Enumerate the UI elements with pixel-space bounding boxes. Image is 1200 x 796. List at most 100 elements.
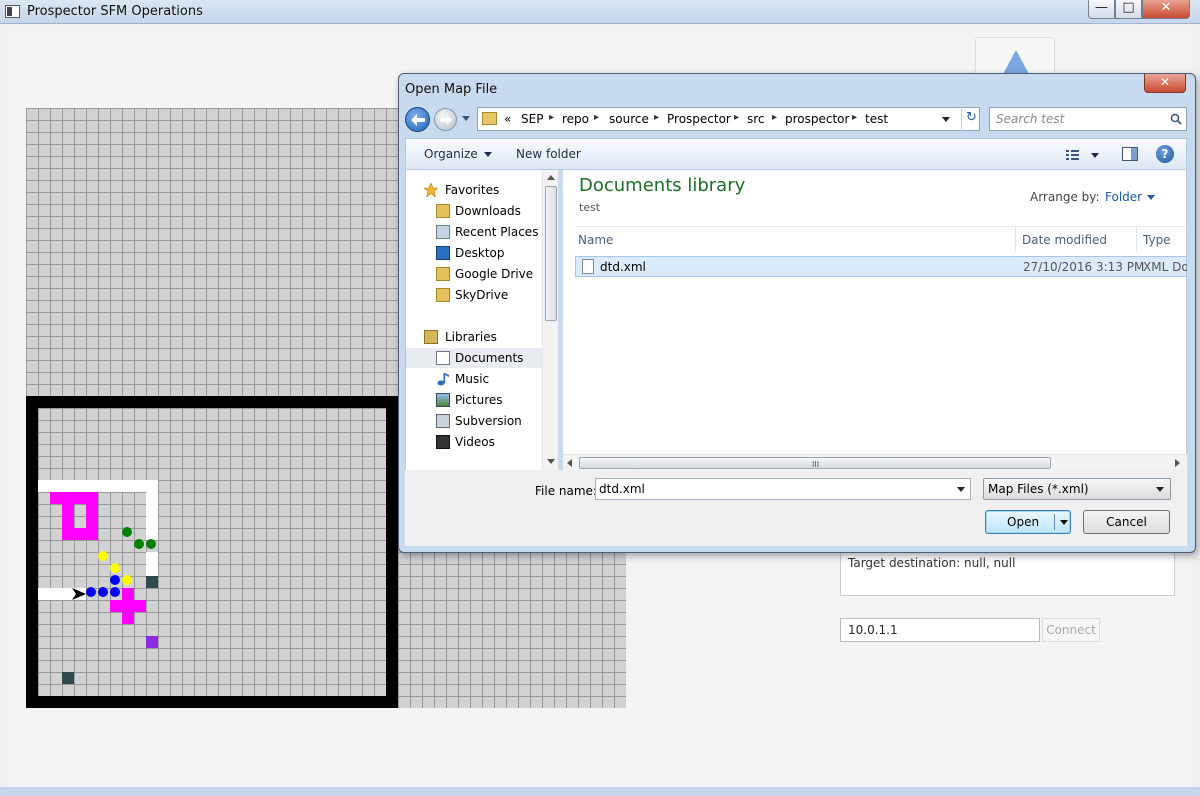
recent-locations-dropdown[interactable] — [462, 116, 470, 121]
address-bar[interactable]: « SEP ▸ repo ▸ source ▸ Prospector ▸ src… — [477, 107, 980, 131]
back-button[interactable] — [405, 107, 430, 132]
breadcrumb-overflow[interactable]: « — [504, 112, 511, 126]
column-type[interactable]: Type — [1143, 233, 1171, 247]
scroll-right-icon[interactable] — [1175, 459, 1180, 467]
nav-subversion[interactable]: Subversion — [406, 411, 542, 431]
organize-button[interactable]: Organize — [424, 147, 492, 161]
target-destination-text: Target destination: null, null — [848, 556, 1016, 570]
dialog-close-button[interactable]: ✕ — [1144, 74, 1186, 93]
horizontal-scrollbar[interactable]: III — [563, 454, 1187, 470]
navigation-scrollbar[interactable] — [542, 170, 558, 470]
marker — [146, 576, 158, 588]
breadcrumb-prospector-pkg[interactable]: prospector — [785, 112, 849, 126]
recent-places-icon — [436, 225, 450, 239]
column-divider[interactable] — [1015, 227, 1016, 251]
document-icon — [436, 351, 450, 365]
app-title-bar[interactable]: Prospector SFM Operations — □ ✕ — [0, 0, 1200, 24]
cancel-button[interactable]: Cancel — [1083, 510, 1170, 534]
app-title: Prospector SFM Operations — [27, 4, 203, 19]
nav-recent-places[interactable]: Recent Places — [406, 222, 542, 242]
chevron-right-icon[interactable]: ▸ — [594, 112, 599, 123]
breadcrumb-test[interactable]: test — [865, 112, 888, 126]
nav-label: Music — [455, 372, 490, 386]
nav-pictures[interactable]: Pictures — [406, 390, 542, 410]
nav-libraries[interactable]: Libraries — [406, 327, 542, 347]
preview-pane-button[interactable] — [1122, 147, 1138, 161]
open-options-dropdown-icon[interactable] — [1060, 520, 1068, 525]
chevron-right-icon[interactable]: ▸ — [852, 112, 857, 123]
column-date-modified[interactable]: Date modified — [1022, 233, 1107, 247]
nav-desktop[interactable]: Desktop — [406, 243, 542, 263]
green-dot — [122, 527, 132, 537]
nav-label: Pictures — [455, 393, 503, 407]
blue-dot — [98, 587, 108, 597]
breadcrumb-src[interactable]: src — [747, 112, 765, 126]
desktop-icon — [436, 246, 450, 260]
minimize-button[interactable]: — — [1088, 0, 1115, 19]
green-dot — [134, 539, 144, 549]
subversion-icon — [436, 414, 450, 428]
address-dropdown-icon[interactable] — [942, 117, 950, 122]
music-icon — [436, 372, 450, 386]
file-type-select[interactable]: Map Files (*.xml) — [983, 478, 1171, 500]
nav-label: Libraries — [445, 330, 497, 344]
wall — [146, 480, 158, 540]
nav-favorites[interactable]: Favorites — [406, 180, 542, 200]
column-header: Name Date modified Type — [575, 226, 1187, 251]
videos-icon — [436, 435, 450, 449]
scroll-down-icon[interactable] — [547, 459, 555, 464]
search-icon[interactable] — [1170, 113, 1182, 125]
maximize-button[interactable]: □ — [1115, 0, 1142, 19]
folder-icon — [436, 267, 450, 281]
library-title: Documents library — [579, 175, 746, 196]
yellow-dot — [98, 551, 108, 561]
breadcrumb-sep[interactable]: SEP — [521, 112, 543, 126]
change-view-button[interactable] — [1066, 146, 1106, 164]
breadcrumb-repo[interactable]: repo — [562, 112, 589, 126]
file-name-label: File name: — [535, 484, 597, 498]
new-folder-button[interactable]: New folder — [516, 147, 581, 161]
scroll-up-icon[interactable] — [547, 175, 555, 180]
yellow-dot — [110, 563, 120, 573]
scroll-left-icon[interactable] — [567, 459, 572, 467]
chevron-right-icon[interactable]: ▸ — [654, 112, 659, 123]
column-name[interactable]: Name — [578, 233, 613, 247]
file-date: 27/10/2016 3:13 PM — [1023, 260, 1145, 274]
library-subtitle: test — [579, 201, 601, 214]
connect-button[interactable]: Connect — [1042, 618, 1100, 642]
forward-button[interactable] — [434, 108, 457, 131]
nav-label: SkyDrive — [455, 288, 509, 302]
nav-downloads[interactable]: Downloads — [406, 201, 542, 221]
close-button[interactable]: ✕ — [1142, 0, 1190, 19]
scrollbar-thumb[interactable]: III — [579, 457, 1051, 469]
file-name: dtd.xml — [600, 260, 646, 274]
chevron-right-icon[interactable]: ▸ — [772, 112, 777, 123]
file-row[interactable]: dtd.xml 27/10/2016 3:13 PM XML Document — [575, 256, 1187, 277]
nav-label: Desktop — [455, 246, 505, 260]
file-name-dropdown-icon[interactable] — [957, 487, 965, 492]
wall — [38, 480, 158, 492]
search-box[interactable] — [989, 107, 1187, 131]
drive-forward-button[interactable] — [975, 37, 1055, 77]
file-type: XML Document — [1143, 260, 1187, 274]
search-input[interactable] — [996, 112, 1161, 126]
back-arrow-icon — [411, 114, 425, 126]
scrollbar-thumb[interactable] — [545, 186, 557, 321]
chevron-right-icon[interactable]: ▸ — [734, 112, 739, 123]
refresh-icon[interactable]: ↻ — [961, 107, 981, 131]
open-button[interactable]: Open — [985, 510, 1071, 534]
breadcrumb-source[interactable]: source — [609, 112, 649, 126]
arena-grid[interactable] — [38, 408, 386, 696]
chevron-right-icon[interactable]: ▸ — [549, 112, 554, 123]
nav-music[interactable]: Music — [406, 369, 542, 389]
help-button[interactable]: ? — [1156, 145, 1174, 163]
arrange-by-dropdown[interactable]: Folder — [1105, 190, 1155, 204]
nav-google-drive[interactable]: Google Drive — [406, 264, 542, 284]
nav-videos[interactable]: Videos — [406, 432, 542, 452]
nav-skydrive[interactable]: SkyDrive — [406, 285, 542, 305]
ip-address-input[interactable] — [840, 618, 1040, 642]
nav-documents[interactable]: Documents — [406, 348, 542, 368]
column-divider[interactable] — [1136, 227, 1137, 251]
breadcrumb-prospector[interactable]: Prospector — [667, 112, 731, 126]
file-name-input[interactable] — [595, 478, 971, 500]
